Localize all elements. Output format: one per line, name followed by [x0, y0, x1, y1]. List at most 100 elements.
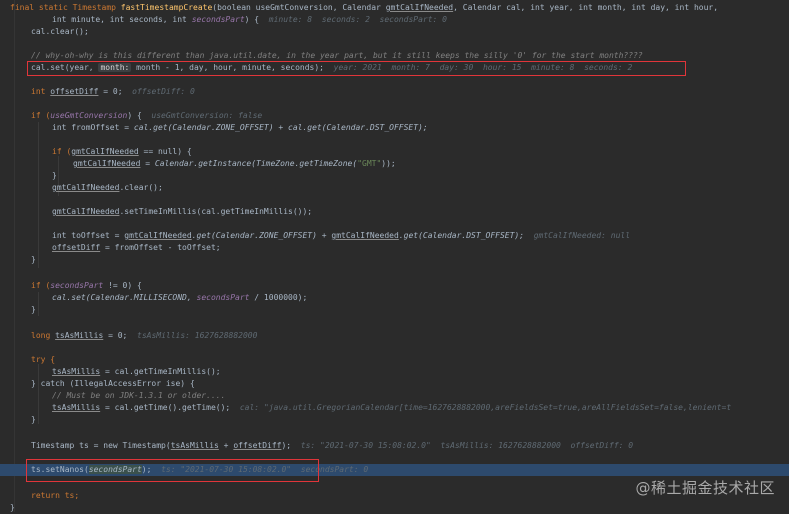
param-token: gmtCalIfNeeded — [73, 159, 141, 168]
param-token: secondsPart — [191, 15, 245, 24]
code-token: if ( — [31, 111, 51, 120]
code-line[interactable]: gmtCalIfNeeded.setTimeInMillis(cal.getTi… — [0, 206, 789, 218]
code-token: int fromOffset = — [52, 123, 134, 132]
code-token: == null) { — [138, 147, 192, 156]
code-token: } catch (IllegalAccessError ise) { — [31, 379, 195, 388]
code-token: if ( — [31, 281, 51, 290]
debug-inline-value: cal: "java.util.GregorianCalendar[time=1… — [239, 403, 732, 412]
code-token: long — [31, 331, 56, 340]
code-token: = Calendar.getInstance(TimeZone.getTimeZ… — [140, 159, 358, 168]
code-token: Timestamp ts = new Timestamp( — [31, 441, 171, 450]
code-token: int minute, int seconds, int — [52, 15, 192, 24]
param-token: gmtCalIfNeeded — [124, 231, 192, 240]
code-token: = 0; — [103, 331, 128, 340]
code-token: != 0) { — [103, 281, 142, 290]
variable-token: tsAsMillis — [170, 441, 219, 450]
variable-token: offsetDiff — [52, 243, 101, 252]
code-line[interactable]: } — [0, 170, 789, 182]
code-line[interactable]: cal.clear(); — [0, 26, 789, 38]
debug-inline-value: ts: "2021-07-30 15:08:02.0" tsAsMillis: … — [300, 441, 634, 450]
code-line[interactable]: int offsetDiff = 0; offsetDiff: 0 — [0, 86, 789, 98]
code-token: } — [31, 415, 36, 424]
param-token: gmtCalIfNeeded — [385, 3, 454, 12]
code-token: cal.set(Calendar.MILLISECOND, — [52, 293, 197, 302]
code-token: .get(Calendar.ZONE_OFFSET) + — [191, 231, 332, 240]
code-line[interactable]: } — [0, 304, 789, 316]
code-token: , Calendar cal, int year, int month, int… — [453, 3, 719, 12]
param-token: secondsPart — [196, 293, 250, 302]
debug-inline-value: useGmtConversion: false — [151, 111, 263, 120]
code-line[interactable]: if (useGmtConversion) { useGmtConversion… — [0, 110, 789, 122]
code-line[interactable]: int fromOffset = cal.get(Calendar.ZONE_O… — [0, 122, 789, 134]
code-line[interactable]: gmtCalIfNeeded = Calendar.getInstance(Ti… — [0, 158, 789, 170]
code-token: ) { — [244, 15, 260, 24]
annotation-box-set-nanos — [26, 459, 319, 482]
param-token: useGmtConversion — [50, 111, 128, 120]
param-token: gmtCalIfNeeded — [52, 207, 120, 216]
code-line[interactable]: final static Timestamp fastTimestampCrea… — [0, 2, 789, 14]
code-token: } — [31, 305, 36, 314]
code-token: cal.clear(); — [31, 27, 89, 36]
debug-inline-value: offsetDiff: 0 — [132, 87, 195, 96]
code-line[interactable]: long tsAsMillis = 0; tsAsMillis: 1627628… — [0, 330, 789, 342]
variable-token: tsAsMillis — [55, 331, 104, 340]
code-token: final static Timestamp — [10, 3, 121, 12]
debug-inline-value: minute: 8 seconds: 2 secondsPart: 0 — [268, 15, 447, 24]
code-line[interactable]: cal.set(Calendar.MILLISECOND, secondsPar… — [0, 292, 789, 304]
debug-inline-value: gmtCalIfNeeded: null — [533, 231, 631, 240]
code-line[interactable]: int minute, int seconds, int secondsPart… — [0, 14, 789, 26]
code-token: try { — [31, 355, 56, 364]
code-token: if ( — [52, 147, 72, 156]
code-token: .setTimeInMillis(cal.getTimeInMillis()); — [119, 207, 313, 216]
code-token: = fromOffset - toOffset; — [100, 243, 221, 252]
code-line[interactable]: offsetDiff = fromOffset - toOffset; — [0, 242, 789, 254]
code-line[interactable]: // Must be on JDK-1.3.1 or older.... — [0, 390, 789, 402]
param-token: gmtCalIfNeeded — [52, 183, 120, 192]
code-line[interactable]: if (gmtCalIfNeeded == null) { — [0, 146, 789, 158]
watermark-text: @稀土掘金技术社区 — [635, 479, 775, 497]
variable-token: offsetDiff — [50, 87, 99, 96]
code-token: .get(Calendar.DST_OFFSET); — [398, 231, 525, 240]
code-token: } — [31, 255, 36, 264]
code-line[interactable]: tsAsMillis = cal.getTime().getTime(); ca… — [0, 402, 789, 414]
code-line[interactable]: gmtCalIfNeeded.clear(); — [0, 182, 789, 194]
code-token: return ts; — [31, 491, 80, 500]
variable-token: offsetDiff — [233, 441, 282, 450]
code-token: } — [10, 503, 15, 512]
code-token: )); — [381, 159, 396, 168]
code-token: (boolean useGmtConversion, Calendar — [212, 3, 386, 12]
code-token: int — [31, 87, 51, 96]
param-token: gmtCalIfNeeded — [331, 231, 399, 240]
param-token: gmtCalIfNeeded — [71, 147, 139, 156]
code-comment: // Must be on JDK-1.3.1 or older.... — [52, 391, 226, 400]
code-line[interactable]: int toOffset = gmtCalIfNeeded.get(Calend… — [0, 230, 789, 242]
code-token: = 0; — [98, 87, 123, 96]
code-line[interactable]: } — [0, 502, 789, 514]
code-token: = cal.getTimeInMillis(); — [100, 367, 221, 376]
param-token: secondsPart — [50, 281, 104, 290]
annotation-box-cal-set — [27, 61, 686, 76]
code-token: int toOffset = — [52, 231, 125, 240]
code-token: .clear(); — [119, 183, 163, 192]
code-comment: // why-oh-why is this different than jav… — [31, 51, 643, 60]
code-line[interactable]: try { — [0, 354, 789, 366]
code-line[interactable]: tsAsMillis = cal.getTimeInMillis(); — [0, 366, 789, 378]
variable-token: tsAsMillis — [52, 367, 101, 376]
code-line[interactable]: } — [0, 414, 789, 426]
code-line[interactable]: if (secondsPart != 0) { — [0, 280, 789, 292]
debug-inline-value: tsAsMillis: 1627628882000 — [137, 331, 258, 340]
code-line[interactable]: } catch (IllegalAccessError ise) { — [0, 378, 789, 390]
method-name: fastTimestampCreate — [120, 3, 213, 12]
code-line[interactable]: Timestamp ts = new Timestamp(tsAsMillis … — [0, 440, 789, 452]
code-token: / 1000000); — [249, 293, 308, 302]
code-token: } — [52, 171, 57, 180]
string-literal: "GMT" — [357, 159, 382, 168]
code-token: ); — [281, 441, 292, 450]
code-token: = cal.getTime().getTime(); — [100, 403, 231, 412]
variable-token: tsAsMillis — [52, 403, 101, 412]
code-token: + — [218, 441, 234, 450]
code-token: ) { — [127, 111, 142, 120]
code-line[interactable]: } — [0, 254, 789, 266]
code-editor[interactable]: final static Timestamp fastTimestampCrea… — [0, 0, 789, 512]
code-token: cal.get(Calendar.ZONE_OFFSET) + cal.get(… — [133, 123, 428, 132]
